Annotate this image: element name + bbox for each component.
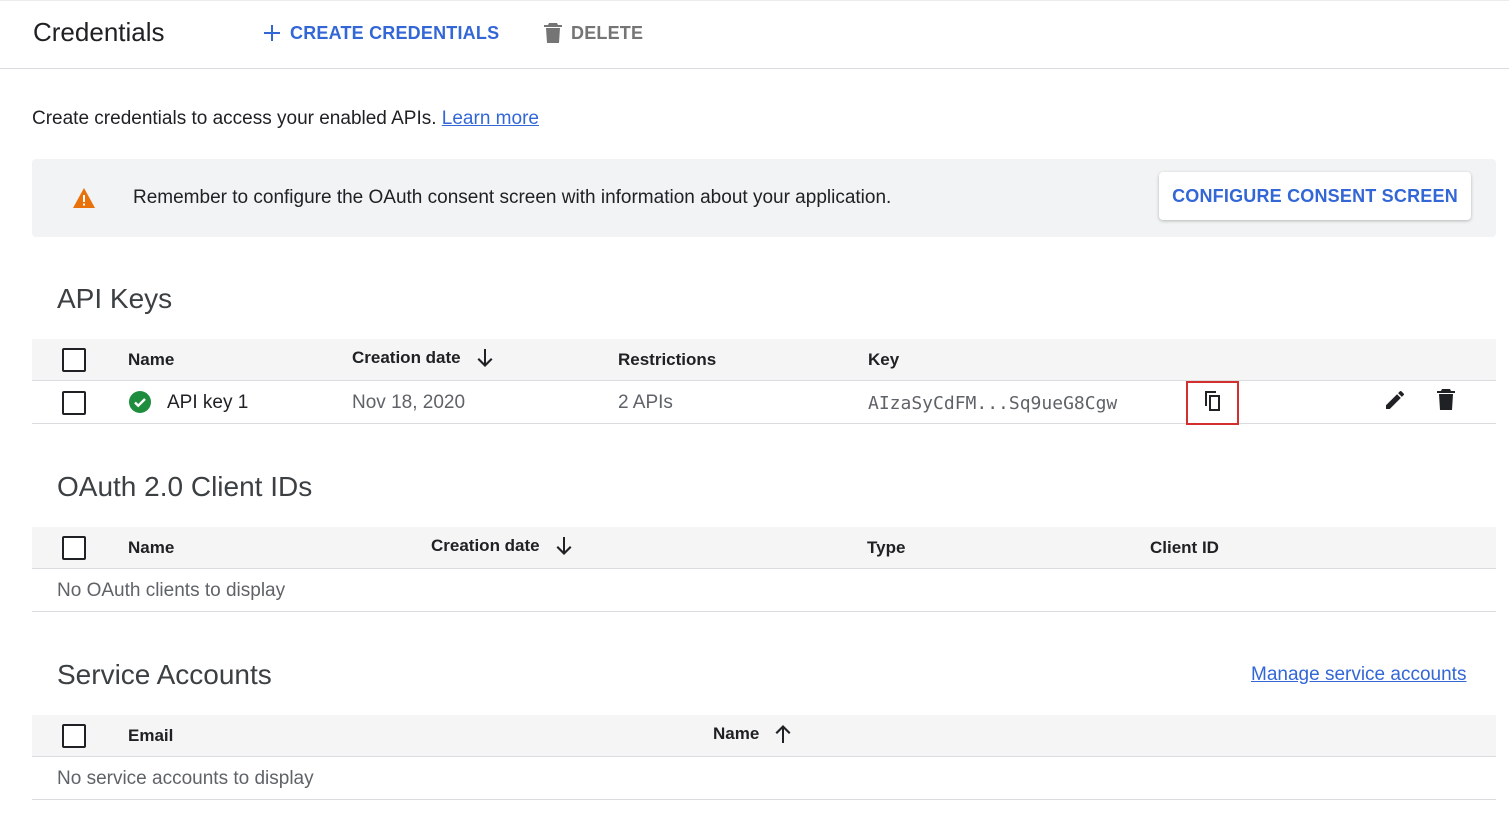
col-name[interactable]: Name [128, 538, 174, 558]
api-key-restrictions: 2 APIs [618, 392, 673, 413]
col-name[interactable]: Name [128, 350, 174, 370]
delete-button[interactable]: DELETE [541, 19, 643, 47]
col-type: Type [867, 538, 906, 557]
arrow-down-icon [475, 347, 495, 369]
create-credentials-button[interactable]: CREATE CREDENTIALS [260, 19, 499, 47]
row-checkbox[interactable] [62, 391, 86, 415]
trash-icon [541, 21, 565, 45]
configure-consent-screen-button[interactable]: CONFIGURE CONSENT SCREEN [1159, 172, 1471, 220]
service-accounts-empty-text: No service accounts to display [57, 768, 314, 789]
col-creation-date-label: Creation date [431, 536, 540, 555]
col-client-id: Client ID [1150, 538, 1219, 557]
col-creation-date[interactable]: Creation date [431, 535, 574, 557]
manage-service-accounts-link[interactable]: Manage service accounts [1251, 664, 1466, 686]
oauth-consent-banner: Remember to configure the OAuth consent … [32, 159, 1496, 237]
select-all-checkbox[interactable] [62, 348, 86, 372]
service-accounts-title: Service Accounts [57, 659, 272, 690]
service-accounts-empty-row: No service accounts to display [32, 757, 1496, 800]
col-key: Key [868, 350, 900, 369]
trash-icon [1436, 388, 1456, 417]
create-credentials-label: CREATE CREDENTIALS [290, 22, 500, 43]
oauth-empty-row: No OAuth clients to display [32, 569, 1496, 612]
col-restrictions: Restrictions [618, 350, 717, 369]
api-keys-header: Name Creation date Restrictions Key [32, 339, 1496, 381]
oauth-header: Name Creation date Type Client ID [32, 527, 1496, 569]
edit-key-button[interactable] [1381, 388, 1409, 416]
col-creation-date-label: Creation date [352, 348, 461, 367]
col-name-label: Name [713, 724, 760, 743]
arrow-up-icon [773, 723, 793, 745]
copy-icon [1202, 389, 1224, 418]
select-all-checkbox[interactable] [62, 724, 86, 748]
copy-key-button[interactable] [1186, 381, 1239, 425]
warning-icon [72, 187, 96, 209]
oauth-title: OAuth 2.0 Client IDs [57, 471, 313, 502]
check-circle-icon [129, 391, 151, 418]
pencil-icon [1383, 388, 1407, 417]
service-accounts-header: Email Name [32, 715, 1496, 757]
oauth-empty-text: No OAuth clients to display [57, 580, 286, 601]
api-key-created: Nov 18, 2020 [352, 392, 466, 413]
plus-icon [260, 21, 284, 45]
page-title: Credentials [33, 17, 165, 47]
select-all-checkbox[interactable] [62, 536, 86, 560]
api-keys-title: API Keys [57, 283, 173, 314]
api-key-value: AIzaSyCdFM...Sq9ueG8Cgw [868, 393, 1118, 414]
table-row[interactable]: API key 1 Nov 18, 2020 2 APIs AIzaSyCdFM… [32, 381, 1496, 425]
delete-key-button[interactable] [1432, 388, 1460, 416]
col-email[interactable]: Email [128, 726, 173, 746]
delete-label: DELETE [571, 22, 644, 43]
learn-more-link[interactable]: Learn more [442, 108, 539, 129]
arrow-down-icon [554, 535, 574, 557]
col-creation-date[interactable]: Creation date [352, 347, 495, 369]
api-key-name[interactable]: API key 1 [167, 392, 248, 414]
banner-message: Remember to configure the OAuth consent … [133, 187, 892, 208]
intro-text: Create credentials to access your enable… [32, 108, 539, 130]
col-name[interactable]: Name [713, 723, 793, 745]
top-bar: Credentials CREATE CREDENTIALS DELETE [0, 0, 1509, 69]
intro-description: Create credentials to access your enable… [32, 108, 437, 129]
